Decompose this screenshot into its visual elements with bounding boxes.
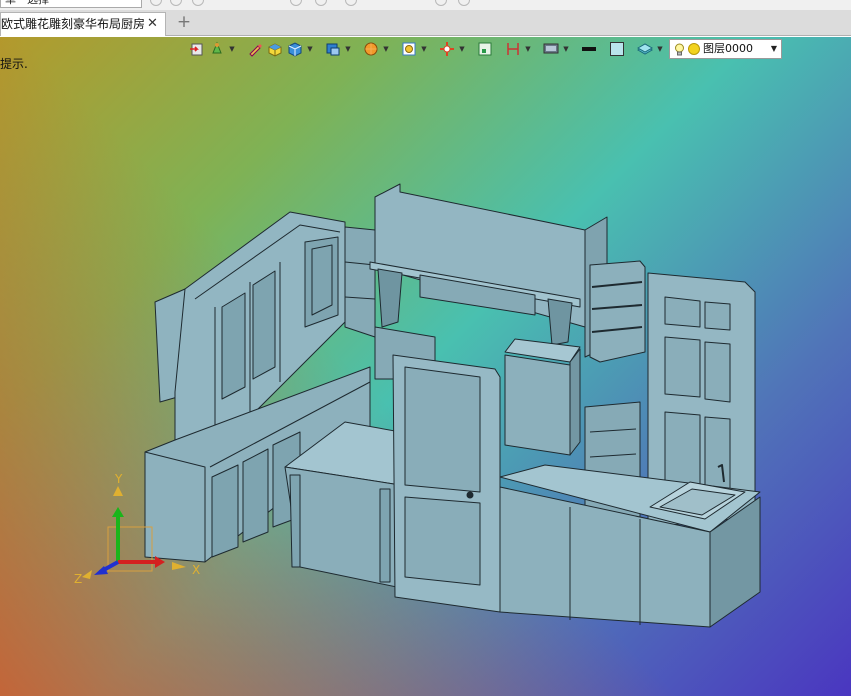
axis-x-label: X bbox=[192, 563, 200, 577]
corner-shelf-right bbox=[589, 260, 646, 363]
toolbar-icon[interactable] bbox=[435, 0, 447, 6]
toolbar-icon[interactable] bbox=[192, 0, 204, 6]
axis-z-label: Z bbox=[74, 572, 82, 586]
toolbar-icon[interactable] bbox=[170, 0, 182, 6]
toolbar-icon[interactable] bbox=[290, 0, 302, 6]
tab-kitchen-model[interactable]: 欧式雕花雕刻豪华布局厨房] ✕ bbox=[0, 12, 166, 36]
new-tab-button[interactable]: + bbox=[176, 13, 192, 31]
axis-y-label: Y bbox=[114, 472, 123, 486]
toolbar-icon[interactable] bbox=[345, 0, 357, 6]
toolbar-icon[interactable] bbox=[150, 0, 162, 6]
top-toolbar: 单一选择 bbox=[0, 0, 851, 10]
document-tab-bar: 欧式雕花雕刻豪华布局厨房] ✕ + bbox=[0, 10, 851, 36]
3d-viewport[interactable]: 提示. ▼ ▼ ▼ ▼ ▼ ▼ ▼ ▼ ▼ 图层0000 ▼ Y X Z bbox=[0, 37, 851, 696]
selection-mode-select[interactable]: 单一选择 bbox=[0, 0, 142, 8]
toolbar-icon[interactable] bbox=[458, 0, 470, 6]
tab-label: 欧式雕花雕刻豪华布局厨房] bbox=[1, 17, 144, 31]
toolbar-icon[interactable] bbox=[315, 0, 327, 6]
close-icon[interactable]: ✕ bbox=[146, 17, 159, 31]
kitchen-3d-model[interactable]: Y X Z bbox=[0, 37, 851, 696]
